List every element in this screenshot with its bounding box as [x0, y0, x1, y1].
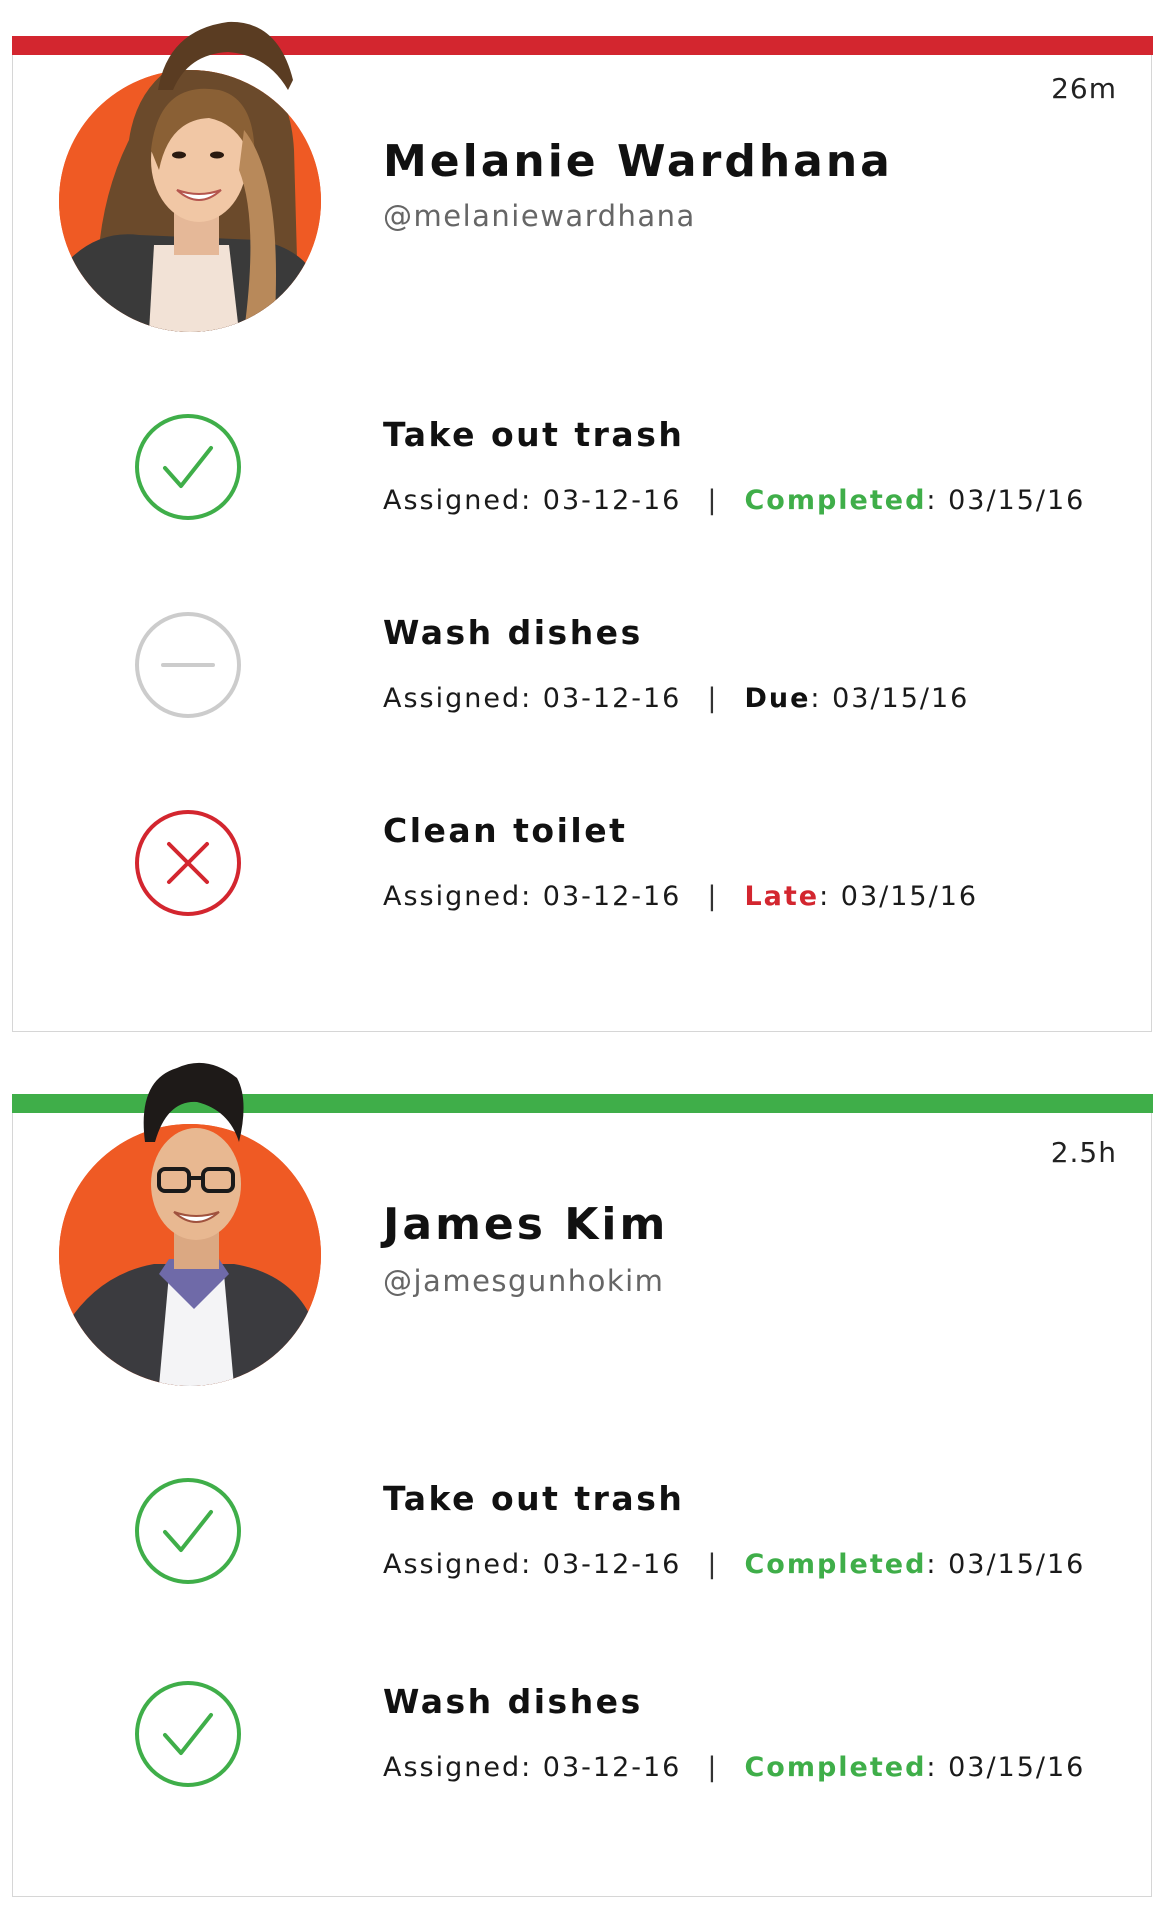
- minus-circle-icon[interactable]: [133, 610, 243, 720]
- task-meta: Assigned: 03-12-16 | Completed: 03/15/16: [383, 1549, 1085, 1580]
- status-label-completed: Completed: [744, 1752, 927, 1783]
- check-circle-icon[interactable]: [133, 412, 243, 522]
- user-handle[interactable]: @melaniewardhana: [383, 199, 696, 233]
- status-label-completed: Completed: [744, 1549, 927, 1580]
- check-circle-icon[interactable]: [133, 1679, 243, 1789]
- separator: |: [707, 881, 719, 912]
- check-circle-icon[interactable]: [133, 1476, 243, 1586]
- status-label-completed: Completed: [744, 485, 927, 516]
- assigned-date: Assigned: 03-12-16: [383, 683, 682, 714]
- task-item[interactable]: Wash dishes Assigned: 03-12-16 | Due: 03/1…: [13, 610, 1151, 760]
- task-meta: Assigned: 03-12-16 | Late: 03/15/16: [383, 881, 978, 912]
- assigned-date: Assigned: 03-12-16: [383, 1549, 682, 1580]
- avatar-hair: [148, 20, 298, 94]
- separator: |: [707, 683, 719, 714]
- separator: |: [707, 1752, 719, 1783]
- status-date: : 03/15/16: [819, 881, 979, 912]
- user-name[interactable]: Melanie Wardhana: [383, 136, 893, 187]
- task-title: Take out trash: [383, 1479, 685, 1518]
- avatar[interactable]: [59, 70, 321, 332]
- status-date: : 03/15/16: [926, 1752, 1086, 1783]
- status-date: : 03/15/16: [810, 683, 970, 714]
- user-card[interactable]: 26m Melanie Wardhana @melaniewardhana Ta…: [11, 36, 1153, 1032]
- status-label-late: Late: [744, 881, 820, 912]
- x-circle-icon[interactable]: [133, 808, 243, 918]
- task-title: Wash dishes: [383, 1682, 643, 1721]
- assigned-date: Assigned: 03-12-16: [383, 1752, 682, 1783]
- status-label-due: Due: [744, 683, 811, 714]
- task-item[interactable]: Wash dishes Assigned: 03-12-16 | Completed…: [13, 1679, 1151, 1829]
- user-card[interactable]: 2.5h James Kim @jamesgunhokim Take out t…: [11, 1062, 1153, 1897]
- user-name[interactable]: James Kim: [383, 1199, 668, 1250]
- separator: |: [707, 1549, 719, 1580]
- avatar[interactable]: [59, 1124, 321, 1386]
- timestamp: 26m: [1051, 72, 1117, 105]
- task-item[interactable]: Take out trash Assigned: 03-12-16 | Comple…: [13, 1476, 1151, 1626]
- task-title: Wash dishes: [383, 613, 643, 652]
- separator: |: [707, 485, 719, 516]
- task-meta: Assigned: 03-12-16 | Completed: 03/15/16: [383, 1752, 1085, 1783]
- task-item[interactable]: Clean toilet Assigned: 03-12-16 | Late: 03…: [13, 808, 1151, 958]
- assigned-date: Assigned: 03-12-16: [383, 485, 682, 516]
- user-handle[interactable]: @jamesgunhokim: [383, 1264, 664, 1298]
- task-item[interactable]: Take out trash Assigned: 03-12-16 | Comple…: [13, 412, 1151, 562]
- task-title: Take out trash: [383, 415, 685, 454]
- task-meta: Assigned: 03-12-16 | Due: 03/15/16: [383, 683, 969, 714]
- status-date: : 03/15/16: [926, 485, 1086, 516]
- task-title: Clean toilet: [383, 811, 628, 850]
- timestamp: 2.5h: [1050, 1136, 1117, 1169]
- avatar-hair: [137, 1060, 247, 1146]
- status-date: : 03/15/16: [926, 1549, 1086, 1580]
- assigned-date: Assigned: 03-12-16: [383, 881, 682, 912]
- task-meta: Assigned: 03-12-16 | Completed: 03/15/16: [383, 485, 1085, 516]
